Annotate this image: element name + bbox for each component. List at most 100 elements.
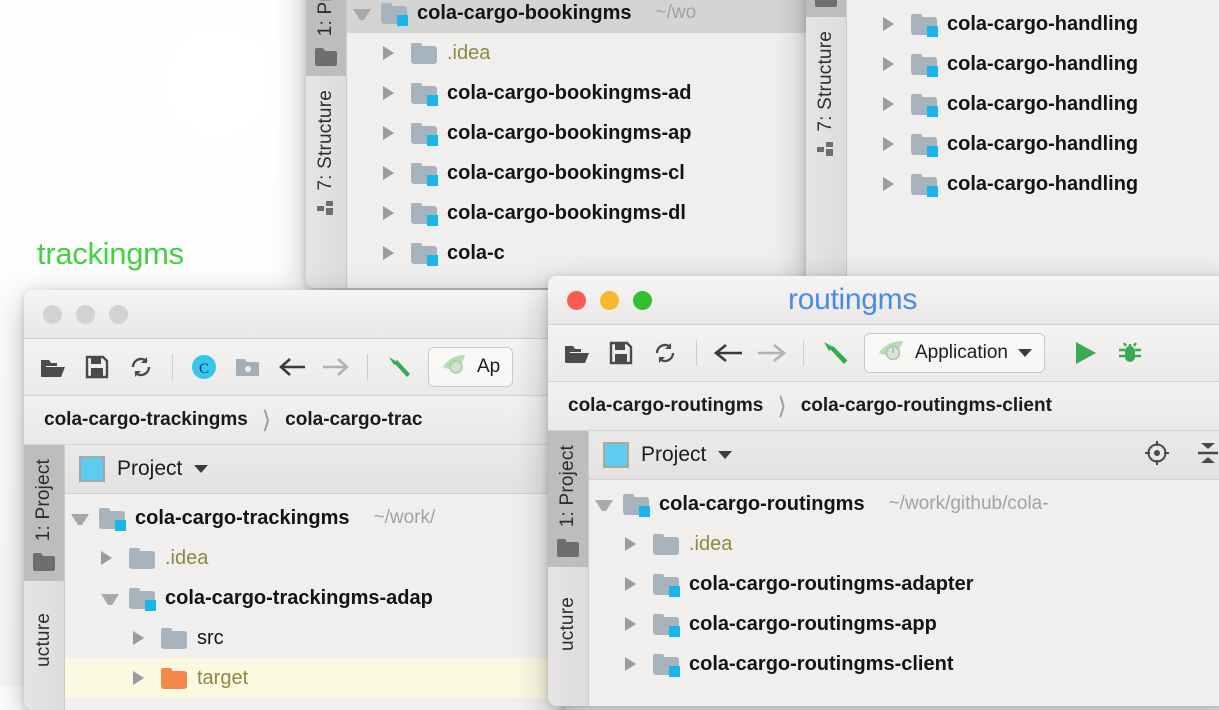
close-button[interactable] — [43, 304, 62, 324]
expand-arrow-icon[interactable] — [383, 84, 401, 102]
rail-tab-structure[interactable]: 7: Structure — [306, 82, 346, 199]
chevron-down-icon[interactable] — [718, 451, 733, 459]
expand-arrow-icon[interactable] — [353, 4, 371, 22]
project-pane-header[interactable]: Project — [65, 445, 564, 494]
debug-icon[interactable] — [1115, 338, 1145, 368]
sync-icon[interactable] — [650, 338, 680, 368]
breadcrumb-item[interactable]: cola-cargo-routingms — [568, 395, 763, 417]
expand-arrow-icon[interactable] — [883, 55, 901, 73]
toolbar-trackingms[interactable]: C Ap — [24, 339, 564, 396]
titlebar-trackingms[interactable] — [24, 290, 564, 339]
tree-row[interactable]: target — [65, 658, 564, 698]
project-tree-handlingms[interactable]: cola-cargo-handlingms .idea cola-cargo-h… — [847, 0, 1219, 288]
tree-row[interactable]: .idea — [347, 33, 808, 73]
expand-arrow-icon[interactable] — [383, 204, 401, 222]
expand-arrow-icon[interactable] — [101, 589, 119, 607]
window-bookingms[interactable]: 1: Project 7: Structure Proj — [306, 0, 808, 288]
tree-row[interactable]: cola-cargo-handling — [847, 44, 1219, 84]
expand-arrow-icon[interactable] — [883, 135, 901, 153]
save-icon[interactable] — [82, 352, 112, 382]
back-arrow-icon[interactable] — [277, 352, 307, 382]
project-pane-header[interactable]: Project — [589, 431, 1219, 480]
expand-arrow-icon[interactable] — [383, 164, 401, 182]
toolbar-routingms[interactable]: Application — [548, 325, 1219, 382]
rail-tab-project[interactable]: 1: Project — [306, 0, 346, 45]
close-button[interactable] — [567, 290, 586, 310]
run-configuration-selector-routingms[interactable]: Application — [864, 333, 1045, 373]
collapse-all-icon[interactable] — [1196, 440, 1219, 471]
tree-row[interactable]: cola-cargo-bookingms-ad — [347, 73, 808, 113]
breadcrumb-item[interactable]: cola-cargo-trac — [285, 409, 422, 431]
rail-tab-project[interactable]: 1: Project — [548, 431, 588, 536]
tool-rail-bookingms[interactable]: 1: Project 7: Structure — [306, 0, 347, 288]
expand-arrow-icon[interactable] — [133, 669, 151, 687]
back-arrow-icon[interactable] — [713, 338, 743, 368]
minimize-button[interactable] — [76, 304, 95, 324]
expand-arrow-icon[interactable] — [595, 495, 613, 513]
zoom-button[interactable] — [109, 304, 128, 324]
build-hammer-icon[interactable] — [820, 338, 850, 368]
tree-row[interactable]: cola-cargo-handling — [847, 124, 1219, 164]
tree-row[interactable]: cola-cargo-bookingms-ap — [347, 113, 808, 153]
scroll-from-source-icon[interactable] — [1144, 440, 1170, 471]
expand-arrow-icon[interactable] — [133, 629, 151, 647]
window-routingms[interactable]: routingms Application cola-cargo-routing… — [548, 276, 1219, 706]
minimize-button[interactable] — [600, 290, 619, 310]
tree-row[interactable]: .idea — [65, 538, 564, 578]
tree-row[interactable]: cola-cargo-handling — [847, 4, 1219, 44]
tree-row[interactable]: cola-cargo-handling — [847, 84, 1219, 124]
traffic-lights-trackingms[interactable] — [24, 304, 128, 324]
expand-arrow-icon[interactable] — [383, 244, 401, 262]
expand-arrow-icon[interactable] — [625, 615, 643, 633]
breadcrumb-item[interactable]: cola-cargo-routingms-client — [801, 395, 1052, 417]
expand-arrow-icon[interactable] — [625, 655, 643, 673]
chevron-down-icon[interactable] — [194, 465, 209, 473]
tree-row[interactable]: src — [65, 618, 564, 658]
window-handlingms[interactable]: 1: Pr 7: Structure — [806, 0, 1219, 288]
tree-row[interactable]: cola-cargo-bookingms-dl — [347, 193, 808, 233]
tree-row[interactable]: cola-cargo-routingms-app — [589, 604, 1219, 644]
forward-arrow-icon[interactable] — [321, 352, 351, 382]
tree-row[interactable]: cola-cargo-routingms ~/work/github/cola- — [589, 484, 1219, 524]
tool-rail-handlingms[interactable]: 1: Pr 7: Structure — [806, 0, 847, 288]
expand-arrow-icon[interactable] — [625, 535, 643, 553]
breadcrumb-item[interactable]: cola-cargo-trackingms — [44, 409, 248, 431]
open-folder-icon[interactable] — [38, 352, 68, 382]
save-icon[interactable] — [606, 338, 636, 368]
expand-arrow-icon[interactable] — [625, 575, 643, 593]
open-folder-icon[interactable] — [562, 338, 592, 368]
tool-rail-trackingms[interactable]: 1: Project ucture — [24, 445, 65, 710]
tree-row[interactable]: cola-cargo-routingms-client — [589, 644, 1219, 684]
expand-arrow-icon[interactable] — [71, 509, 89, 527]
tree-row[interactable]: cola-cargo-trackingms-adap — [65, 578, 564, 618]
breadcrumb-routingms[interactable]: cola-cargo-routingms ⟩ cola-cargo-routin… — [548, 382, 1219, 431]
rail-tab-structure[interactable]: ucture — [548, 589, 588, 659]
zoom-button[interactable] — [633, 290, 652, 310]
expand-arrow-icon[interactable] — [101, 549, 119, 567]
expand-arrow-icon[interactable] — [383, 44, 401, 62]
rail-tab-project[interactable]: 1: Project — [24, 445, 64, 550]
tree-row[interactable]: cola-cargo-bookingms ~/wo — [347, 0, 808, 33]
project-tree-trackingms[interactable]: cola-cargo-trackingms ~/work/ .idea cola… — [65, 494, 564, 710]
titlebar-routingms[interactable]: routingms — [548, 276, 1219, 325]
tree-row[interactable]: cola-cargo-trackingms ~/work/ — [65, 498, 564, 538]
project-tree-bookingms[interactable]: cola-cargo-bookingms ~/wo .idea cola-car… — [347, 0, 808, 288]
compile-icon[interactable]: C — [189, 352, 219, 382]
run-icon[interactable] — [1071, 338, 1101, 368]
traffic-lights-routingms[interactable] — [548, 290, 652, 310]
tree-row[interactable]: cola-cargo-routingms-adapter — [589, 564, 1219, 604]
project-tree-routingms[interactable]: cola-cargo-routingms ~/work/github/cola-… — [589, 480, 1219, 706]
tree-row[interactable]: cola-cargo-handling — [847, 164, 1219, 204]
expand-arrow-icon[interactable] — [883, 95, 901, 113]
run-configuration-selector-trackingms[interactable]: Ap — [428, 347, 514, 387]
rail-tab-structure[interactable]: 7: Structure — [806, 23, 846, 140]
forward-arrow-icon[interactable] — [757, 338, 787, 368]
expand-arrow-icon[interactable] — [883, 175, 901, 193]
sync-icon[interactable] — [126, 352, 156, 382]
rail-tab-structure[interactable]: ucture — [24, 605, 64, 675]
tool-rail-routingms[interactable]: 1: Project ucture — [548, 431, 589, 706]
tree-row[interactable]: .idea — [589, 524, 1219, 564]
expand-arrow-icon[interactable] — [883, 15, 901, 33]
expand-arrow-icon[interactable] — [383, 124, 401, 142]
window-trackingms[interactable]: C Ap cola-cargo-trackingms ⟩ cola-cargo-… — [24, 290, 564, 710]
